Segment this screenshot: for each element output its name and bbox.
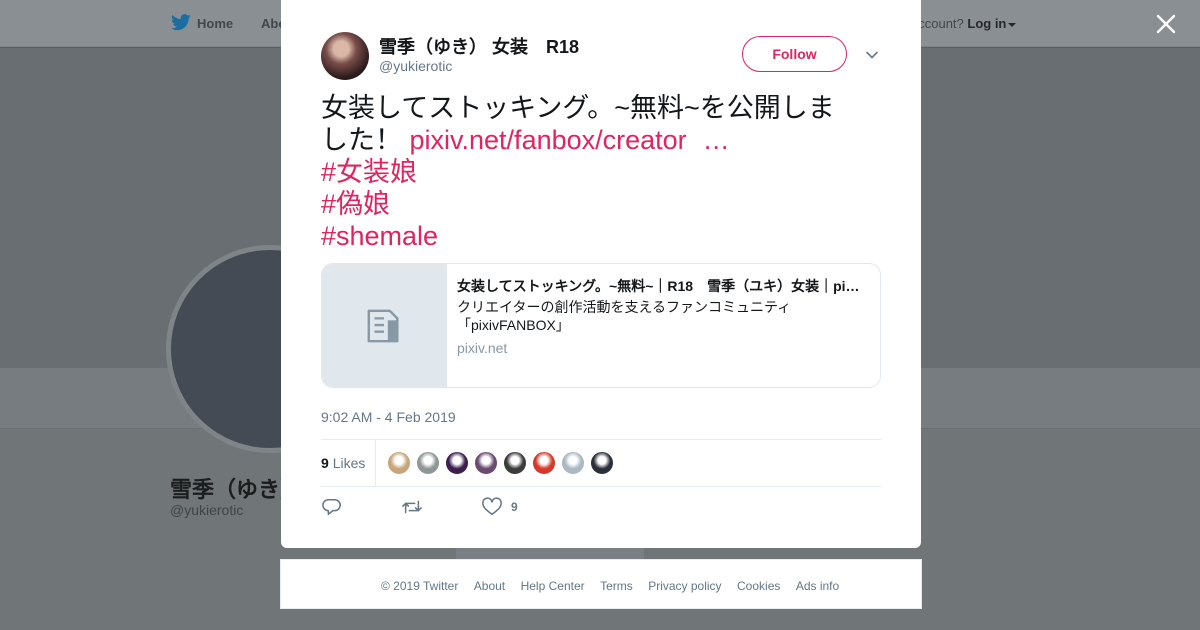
footer-link-cookies[interactable]: Cookies (737, 579, 780, 593)
chevron-down-icon[interactable] (1008, 22, 1017, 27)
footer: © 2019 Twitter About Help Center Terms P… (280, 559, 922, 609)
card-domain: pixiv.net (457, 340, 508, 356)
card-title: 女装してストッキング。~無料~｜R18 雪季（ユキ）女装｜pixivFANBOX (457, 278, 867, 294)
tweet-text-line1: 女装してストッキング。~無料~を公開しま (321, 93, 835, 123)
heart-icon (482, 497, 502, 516)
tweet-timestamp[interactable]: 9:02 AM - 4 Feb 2019 (321, 409, 456, 425)
hashtag-link[interactable]: #shemale (321, 221, 438, 251)
like-count: 9 (511, 500, 518, 514)
footer-link-help-center[interactable]: Help Center (521, 579, 585, 593)
login-link[interactable]: Log in (967, 16, 1006, 31)
chevron-down-icon[interactable] (865, 48, 879, 62)
tweet-stats: 9 Likes (321, 439, 881, 487)
tweet-modal: 雪季（ゆき） 女装 R18 @yukierotic Follow 女装してストッ… (281, 0, 921, 548)
retweet-button[interactable] (401, 497, 423, 519)
footer-link-privacy-policy[interactable]: Privacy policy (648, 579, 721, 593)
liker-avatar[interactable] (532, 451, 556, 475)
card-thumbnail (322, 264, 447, 387)
link-preview-card[interactable]: 女装してストッキング。~無料~｜R18 雪季（ユキ）女装｜pixivFANBOX… (321, 263, 881, 388)
tweet-link[interactable]: pixiv.net/fanbox/creator (410, 125, 687, 155)
stats-divider (375, 440, 376, 486)
hashtag-link[interactable]: #女装娘 (321, 157, 417, 187)
footer-link-terms[interactable]: Terms (600, 579, 633, 593)
liker-avatar[interactable] (561, 451, 585, 475)
liker-avatar[interactable] (474, 451, 498, 475)
like-button[interactable]: 9 (481, 497, 518, 519)
link-ellipsis[interactable]: … (703, 125, 730, 155)
footer-copyright: © 2019 Twitter (381, 579, 459, 593)
reply-icon (322, 498, 341, 516)
liker-avatar[interactable] (445, 451, 469, 475)
retweet-icon (402, 500, 422, 514)
login-prompt: account? Log in (911, 16, 1017, 31)
reply-button[interactable] (321, 497, 343, 519)
follow-button[interactable]: Follow (742, 36, 847, 72)
document-icon (367, 309, 399, 343)
footer-links: © 2019 Twitter About Help Center Terms P… (381, 577, 850, 595)
hashtag-link[interactable]: #偽娘 (321, 189, 390, 219)
liker-avatar[interactable] (416, 451, 440, 475)
tweet-text-line2: した！ (321, 125, 410, 155)
likes-label: Likes (332, 455, 366, 471)
likes-stat[interactable]: 9 Likes (321, 455, 365, 471)
author-avatar[interactable] (321, 32, 369, 80)
tweet-text: 女装してストッキング。~無料~を公開しま した！ pixiv.net/fanbo… (321, 92, 881, 252)
close-icon[interactable] (1154, 12, 1178, 36)
likes-count: 9 (321, 455, 329, 471)
author-name[interactable]: 雪季（ゆき） 女装 R18 (379, 33, 579, 59)
twitter-bird-icon[interactable] (171, 14, 191, 31)
author-handle[interactable]: @yukierotic (379, 58, 452, 74)
liker-avatar[interactable] (503, 451, 527, 475)
liker-avatar[interactable] (387, 451, 411, 475)
liker-avatar[interactable] (590, 451, 614, 475)
footer-link-ads-info[interactable]: Ads info (796, 579, 839, 593)
profile-handle: @yukierotic (170, 502, 244, 518)
footer-link-about[interactable]: About (474, 579, 505, 593)
nav-home-link[interactable]: Home (197, 16, 233, 31)
card-description: クリエイターの創作活動を支えるファンコミュニティ「pixivFANBOX」 (457, 299, 792, 333)
